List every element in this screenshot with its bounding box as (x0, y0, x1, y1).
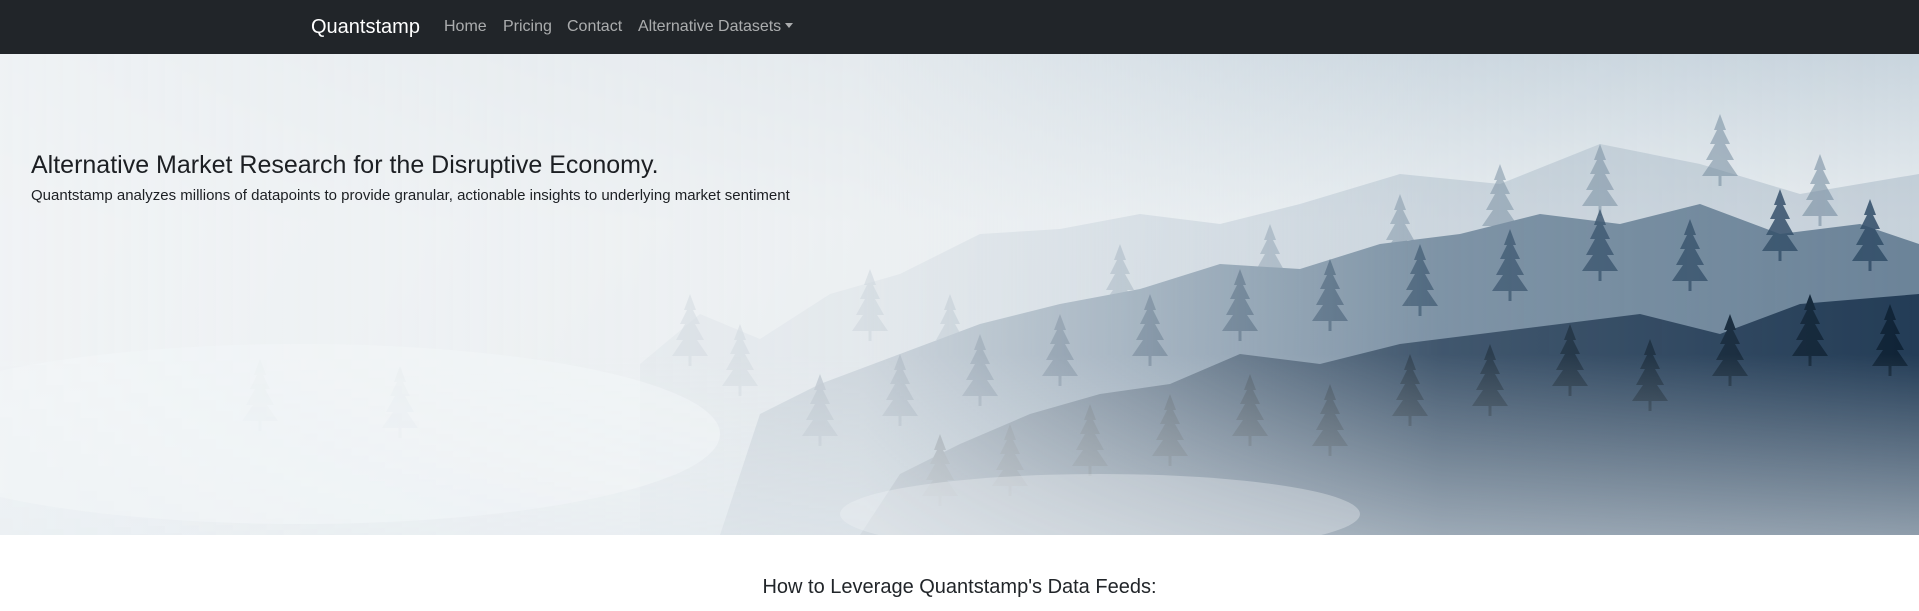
brand-link[interactable]: Quantstamp (311, 14, 420, 40)
caret-down-icon (785, 23, 794, 28)
hero-subtitle: Quantstamp analyzes millions of datapoin… (31, 187, 790, 204)
top-navbar: Quantstamp Home Pricing Contact Alternat… (0, 0, 1919, 54)
section-heading: How to Leverage Quantstamp's Data Feeds: (762, 576, 1157, 598)
nav-contact-link[interactable]: Contact (567, 16, 622, 38)
hero-banner: Alternative Market Research for the Disr… (0, 54, 1919, 535)
nav-alternative-datasets-label: Alternative Datasets (638, 18, 782, 35)
hero-title: Alternative Market Research for the Disr… (31, 151, 659, 179)
nav-home-link[interactable]: Home (444, 16, 487, 38)
nav-pricing-link[interactable]: Pricing (503, 16, 552, 38)
misty-forest-image (0, 54, 1919, 535)
nav-alternative-datasets-dropdown[interactable]: Alternative Datasets (638, 16, 794, 38)
